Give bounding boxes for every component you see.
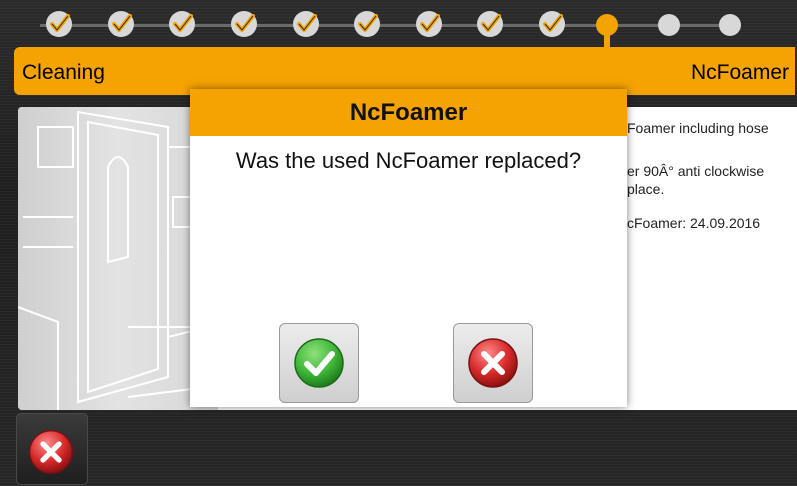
dialog-title: NcFoamer [349, 99, 468, 126]
confirm-button[interactable] [279, 323, 359, 403]
instruction-text: er 90Â° anti clockwise [627, 163, 765, 179]
component-label: NcFoamer [690, 61, 789, 84]
header-bar: Cleaning NcFoamer [14, 47, 795, 95]
future-step-dot [658, 14, 680, 36]
completed-step-check-icon [475, 9, 505, 39]
dialog-question: Was the used NcFoamer replaced? [235, 148, 582, 173]
instruction-text: cFoamer: 24.09.2016 [627, 215, 761, 231]
machine-illustration [18, 107, 218, 410]
completed-step-check-icon [44, 9, 74, 39]
cancel-button[interactable] [453, 323, 533, 403]
dialog-header: NcFoamer [190, 89, 627, 136]
completed-step-check-icon [106, 9, 136, 39]
machine-outline-icon [18, 110, 209, 410]
page-title: Cleaning [22, 61, 105, 84]
red-x-icon [29, 430, 73, 474]
close-button[interactable] [16, 413, 88, 485]
completed-step-check-icon [167, 9, 197, 39]
current-step-pointer [604, 33, 610, 47]
instruction-text: place. [627, 181, 665, 197]
progress-indicator [0, 0, 797, 47]
red-x-icon [468, 338, 518, 388]
green-check-icon [294, 338, 344, 388]
completed-step-check-icon [537, 9, 567, 39]
completed-step-check-icon [229, 9, 259, 39]
confirmation-dialog: NcFoamer Was the used NcFoamer replaced? [190, 89, 627, 407]
instruction-text: Foamer including hose [627, 120, 769, 136]
completed-step-check-icon [291, 9, 321, 39]
future-step-dot [719, 14, 741, 36]
progress-line [40, 24, 740, 27]
completed-step-check-icon [414, 9, 444, 39]
completed-step-check-icon [352, 9, 382, 39]
